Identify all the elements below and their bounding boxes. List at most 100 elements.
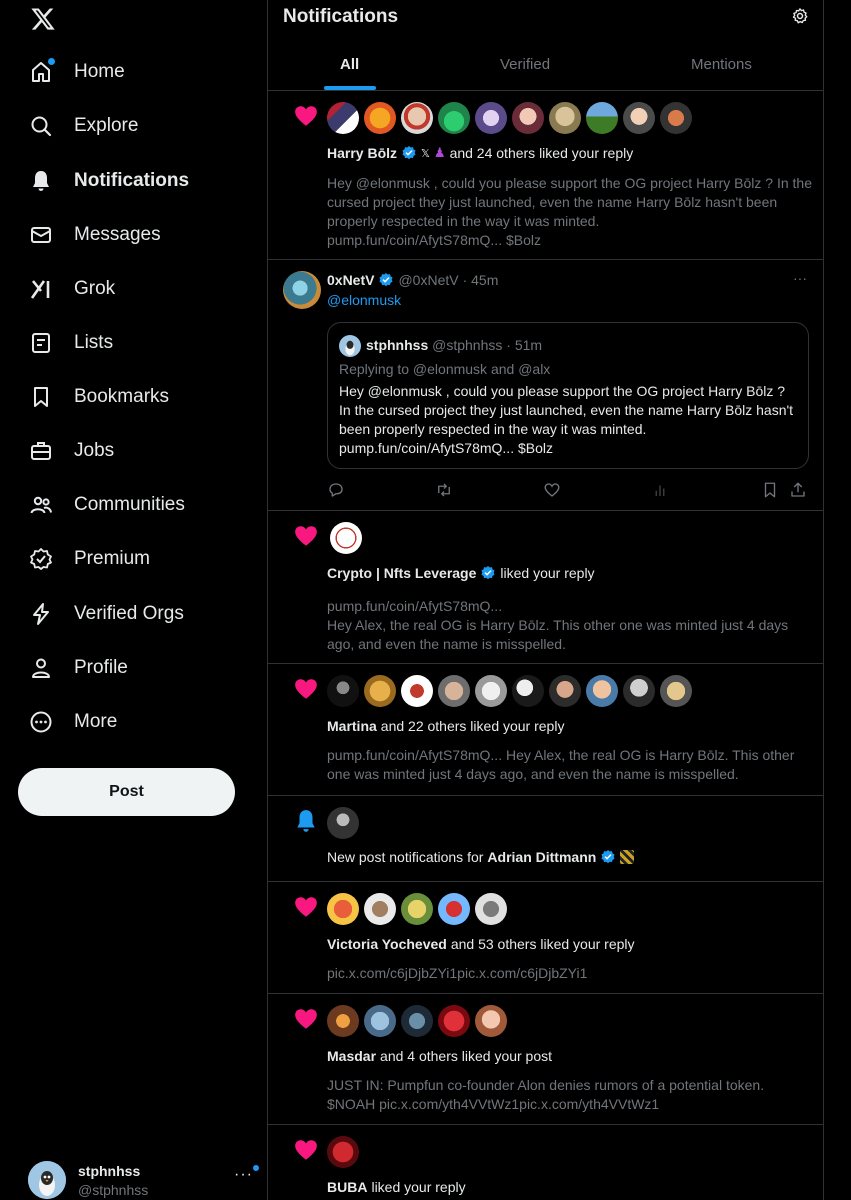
avatar[interactable] xyxy=(327,807,359,839)
tweet-mention[interactable]: 0xNetV @0xNetV · 45m ··· @elonmusk stphn… xyxy=(268,260,823,511)
nav-more[interactable]: More xyxy=(28,707,117,737)
reply-icon[interactable] xyxy=(327,481,345,499)
notification-new-post[interactable]: New post notifications for Adrian Dittma… xyxy=(268,796,823,882)
post-snippet: JUST IN: Pumpfun co-founder Alon denies … xyxy=(327,1077,765,1112)
avatar[interactable] xyxy=(512,675,544,707)
verified-badge-icon xyxy=(379,273,394,287)
account-handle: @stphnhss xyxy=(78,1181,149,1198)
nav-lists[interactable]: Lists xyxy=(28,328,113,358)
avatar[interactable] xyxy=(475,675,507,707)
wizard-emoji-icon: ♟ xyxy=(433,145,446,160)
user-name[interactable]: BUBA xyxy=(327,1179,367,1195)
nav-explore-label: Explore xyxy=(74,115,139,136)
notification-like[interactable]: Crypto | Nfts Leverage liked your reply … xyxy=(268,511,823,664)
avatar[interactable] xyxy=(438,675,470,707)
nav-more-label: More xyxy=(74,711,118,732)
heart-icon xyxy=(295,679,317,699)
tab-all[interactable]: All xyxy=(340,56,359,73)
tweet-more-icon[interactable]: ··· xyxy=(793,270,807,286)
user-name[interactable]: 0xNetV xyxy=(327,272,374,288)
snippet-link[interactable]: pump.fun/coin/AfytS78mQ... xyxy=(327,597,812,616)
avatar[interactable] xyxy=(401,675,433,707)
avatar[interactable] xyxy=(327,893,359,925)
nav-grok[interactable]: Grok xyxy=(28,274,115,304)
avatar[interactable] xyxy=(475,1005,507,1037)
account-switcher[interactable]: stphnhss @stphnhss ··· xyxy=(28,1157,259,1200)
notification-like[interactable]: Harry Bōlz 𝕏 ♟ and 24 others liked your … xyxy=(268,91,823,260)
avatar[interactable] xyxy=(549,102,581,134)
user-name[interactable]: Victoria Yocheved xyxy=(327,936,447,952)
avatar[interactable] xyxy=(401,1005,433,1037)
share-icon[interactable] xyxy=(789,481,807,499)
tab-verified[interactable]: Verified xyxy=(500,56,550,73)
tweet-mention-link[interactable]: @elonmusk xyxy=(327,292,401,308)
user-handle[interactable]: @0xNetV xyxy=(398,272,458,288)
avatar[interactable] xyxy=(475,893,507,925)
post-button[interactable]: Post xyxy=(18,768,235,816)
nav-profile[interactable]: Profile xyxy=(28,653,128,683)
user-name[interactable]: Adrian Dittmann xyxy=(487,849,596,865)
notification-like[interactable]: Victoria Yocheved and 53 others liked yo… xyxy=(268,882,823,994)
nav-messages[interactable]: Messages xyxy=(28,220,161,250)
avatar[interactable] xyxy=(364,675,396,707)
avatar[interactable] xyxy=(327,1136,359,1168)
avatar[interactable] xyxy=(330,522,362,554)
avatar[interactable] xyxy=(623,102,655,134)
avatar[interactable] xyxy=(586,675,618,707)
avatar[interactable] xyxy=(549,675,581,707)
avatar[interactable] xyxy=(623,675,655,707)
user-name[interactable]: Harry Bōlz xyxy=(327,145,397,161)
tweet-header: 0xNetV @0xNetV · 45m xyxy=(327,272,498,288)
notifications-column: Notifications All Verified Mentions Harr… xyxy=(267,0,824,1200)
avatar[interactable] xyxy=(438,893,470,925)
retweet-icon[interactable] xyxy=(435,481,453,499)
notification-like[interactable]: BUBA liked your reply xyxy=(268,1125,823,1200)
avatar[interactable] xyxy=(401,893,433,925)
avatar[interactable] xyxy=(512,102,544,134)
account-more-icon[interactable]: ··· xyxy=(234,1166,253,1184)
nav-jobs[interactable]: Jobs xyxy=(28,436,114,466)
x-logo-icon[interactable] xyxy=(30,6,56,32)
avatar[interactable] xyxy=(438,1005,470,1037)
nav-home[interactable]: Home xyxy=(28,57,125,87)
nav-notifications[interactable]: Notifications xyxy=(28,166,189,196)
notification-like[interactable]: Masdar and 4 others liked your post JUST… xyxy=(268,994,823,1125)
bookmark-icon[interactable] xyxy=(761,481,779,499)
views-icon[interactable] xyxy=(651,481,669,499)
avatar[interactable] xyxy=(586,102,618,134)
reply-snippet[interactable]: pic.x.com/c6jDjbZYi1pic.x.com/c6jDjbZYi1 xyxy=(327,964,812,983)
avatar[interactable] xyxy=(475,102,507,134)
quoted-tweet[interactable]: stphnhss @stphnhss · 51m Replying to @el… xyxy=(327,322,809,469)
avatar[interactable] xyxy=(283,271,321,309)
notification-action: and 24 others liked your reply xyxy=(449,145,634,161)
avatar[interactable] xyxy=(327,675,359,707)
avatar[interactable] xyxy=(660,102,692,134)
avatar[interactable] xyxy=(327,102,359,134)
user-name[interactable]: Crypto | Nfts Leverage xyxy=(327,565,476,581)
nav-verified-orgs[interactable]: Verified Orgs xyxy=(28,599,184,629)
nav-premium[interactable]: Premium xyxy=(28,544,150,574)
avatar[interactable] xyxy=(438,102,470,134)
avatar[interactable] xyxy=(401,102,433,134)
avatar[interactable] xyxy=(327,1005,359,1037)
avatar[interactable] xyxy=(364,1005,396,1037)
notifications-header: Notifications All Verified Mentions xyxy=(268,0,823,91)
tab-mentions[interactable]: Mentions xyxy=(691,56,752,73)
tweet-time[interactable]: · 45m xyxy=(463,272,499,288)
notification-text: Harry Bōlz 𝕏 ♟ and 24 others liked your … xyxy=(327,145,633,161)
gear-icon[interactable] xyxy=(791,7,809,25)
notification-like[interactable]: Martina and 22 others liked your reply p… xyxy=(268,664,823,796)
nav-communities[interactable]: Communities xyxy=(28,490,185,520)
avatar[interactable] xyxy=(660,675,692,707)
avatar[interactable] xyxy=(364,893,396,925)
user-name[interactable]: Martina xyxy=(327,718,377,734)
list-icon xyxy=(28,330,54,356)
nav-bookmarks[interactable]: Bookmarks xyxy=(28,382,169,412)
account-avatar xyxy=(28,1161,66,1199)
nav-explore[interactable]: Explore xyxy=(28,111,138,141)
user-name[interactable]: Masdar xyxy=(327,1048,376,1064)
avatar[interactable] xyxy=(364,102,396,134)
snippet-link[interactable]: pump.fun/coin/AfytS78mQ... $Bolz xyxy=(327,231,812,250)
like-icon[interactable] xyxy=(543,481,561,499)
liker-avatars xyxy=(327,1136,359,1168)
